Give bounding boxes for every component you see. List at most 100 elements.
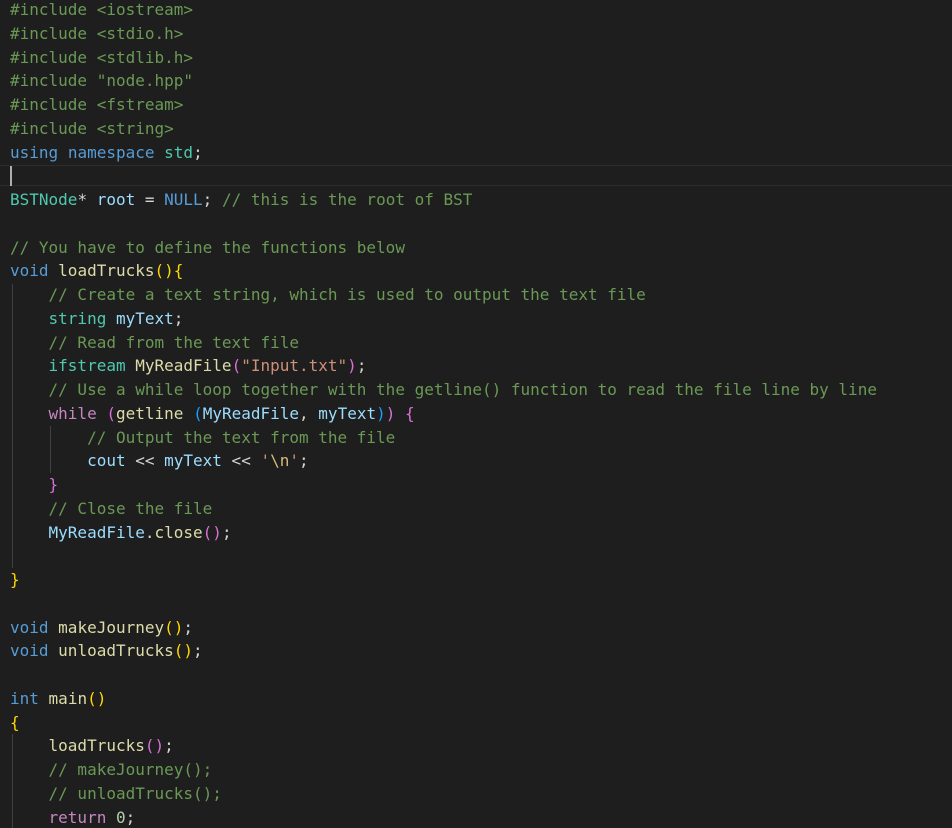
code-line: // Close the file: [10, 497, 213, 521]
code-line: // Create a text string, which is used t…: [10, 283, 646, 307]
code-token: myText: [318, 403, 377, 423]
code-token: ;: [193, 142, 203, 162]
code-token: "Input.txt": [241, 356, 348, 376]
code-line: void unloadTrucks();: [10, 639, 203, 663]
code-line: {: [10, 711, 20, 735]
code-token: }: [48, 475, 59, 494]
code-token: <<: [221, 451, 261, 471]
code-token: BSTNode: [10, 190, 78, 209]
code-token: // Close the file: [48, 498, 213, 518]
code-token: // Use a while loop together with the ge…: [48, 380, 877, 399]
code-token: #include "node.hpp": [10, 71, 194, 91]
code-token: loadTrucks: [58, 261, 155, 281]
code-token: close: [154, 522, 203, 542]
code-token: ;: [299, 451, 309, 471]
code-token: // makeJourney();: [48, 760, 213, 779]
code-token: void: [10, 617, 49, 637]
code-token: return: [48, 807, 107, 827]
code-token: ;: [183, 617, 194, 637]
code-token: ': [260, 451, 271, 471]
code-token: *: [77, 190, 97, 209]
code-line: // Use a while loop together with the ge…: [10, 378, 877, 402]
code-token: // You have to define the functions belo…: [10, 237, 405, 257]
code-token: ): [347, 356, 357, 376]
code-token: namespace: [67, 142, 155, 162]
code-token: 0: [115, 807, 126, 827]
code-token: (): [164, 617, 184, 637]
code-line: #include <fstream>: [10, 93, 183, 117]
code-token: ,: [299, 403, 319, 423]
code-token: .: [144, 522, 155, 542]
code-token: myText: [115, 308, 174, 328]
code-token: ;: [202, 190, 222, 209]
code-token: ;: [356, 356, 367, 376]
code-token: }: [10, 570, 20, 589]
code-token: int: [10, 688, 39, 708]
code-token: ;: [125, 807, 136, 827]
code-line: #include <iostream>: [10, 0, 193, 22]
code-token: ;: [173, 308, 184, 328]
code-line: loadTrucks();: [10, 734, 174, 758]
code-line: #include <stdlib.h>: [10, 46, 193, 70]
code-line: cout << myText << '\n';: [10, 449, 309, 473]
code-token: <<: [125, 451, 165, 471]
code-line: }: [10, 473, 59, 497]
code-token: std: [164, 142, 194, 162]
current-line-highlight: [0, 165, 952, 186]
code-line: BSTNode* root = NULL; // this is the roo…: [10, 188, 472, 212]
code-token: using: [10, 142, 59, 162]
code-token: unloadTrucks: [58, 641, 174, 661]
code-token: // Read from the text file: [48, 332, 299, 352]
code-token: #include <stdio.h>: [10, 23, 184, 43]
code-token: // Create a text string, which is used t…: [48, 285, 646, 304]
code-token: #include <iostream>: [10, 0, 194, 19]
code-token: // unloadTrucks();: [48, 783, 222, 803]
code-line: void makeJourney();: [10, 616, 193, 640]
code-token: ): [385, 403, 396, 423]
code-token: string: [48, 308, 107, 328]
code-token: MyReadFile: [202, 403, 300, 423]
code-token: NULL: [164, 190, 203, 209]
code-line: }: [10, 568, 20, 592]
code-line: while (getline (MyReadFile, myText)) {: [10, 402, 415, 426]
code-token: ): [376, 403, 386, 423]
code-token: ;: [193, 641, 203, 661]
code-token: root: [96, 190, 136, 209]
code-token: // Output the text from the file: [87, 427, 396, 447]
code-line: void loadTrucks(){: [10, 259, 183, 283]
code-line: #include <stdio.h>: [10, 22, 183, 46]
code-line: MyReadFile.close();: [10, 521, 232, 545]
code-token: #include <stdlib.h>: [10, 47, 194, 67]
code-line: string myText;: [10, 307, 184, 331]
code-token: makeJourney: [58, 617, 165, 637]
code-line: int main(): [10, 687, 106, 711]
code-line: #include <string>: [10, 117, 174, 141]
code-editor[interactable]: #include <iostream> #include <stdio.h> #in…: [0, 0, 952, 828]
code-token: (): [202, 522, 222, 542]
code-token: loadTrucks: [48, 736, 145, 756]
code-token: ifstream: [48, 356, 126, 376]
code-token: ': [289, 451, 299, 471]
code-token: =: [135, 190, 165, 209]
code-token: (: [106, 403, 116, 423]
code-token: (): [173, 641, 194, 661]
code-line: // makeJourney();: [10, 758, 213, 782]
code-token: MyReadFile: [48, 522, 145, 542]
code-token: ;: [221, 522, 232, 542]
